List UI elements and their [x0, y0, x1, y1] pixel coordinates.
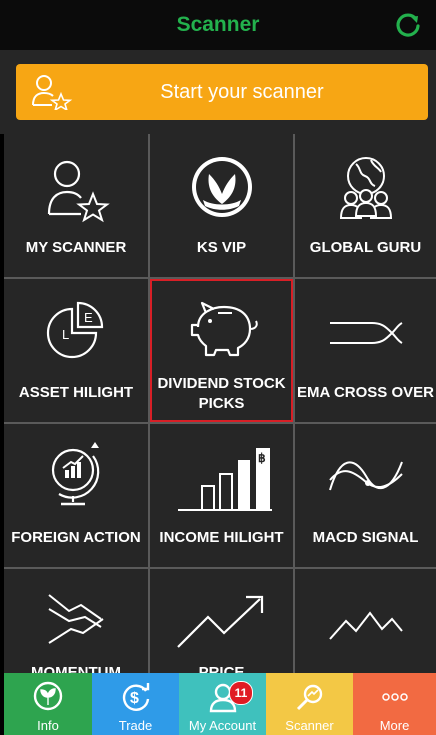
trend-up-icon: [176, 595, 263, 648]
top-bar: Scanner: [0, 0, 436, 50]
tile-asset-hilight[interactable]: E L ASSET HILIGHT: [4, 279, 148, 422]
scanner-grid: MY SCANNER KS VIP GLOBAL GURU E L ASSET …: [4, 134, 436, 674]
tab-label: More: [379, 718, 410, 733]
start-scanner-label: Start your scanner: [160, 80, 324, 103]
svg-text:$: $: [130, 690, 139, 707]
start-scanner-section: Start your scanner: [0, 50, 436, 134]
user-star-icon: [47, 160, 110, 223]
wave-icon: [328, 461, 403, 491]
tile-label: ASSET HILIGHT: [18, 384, 134, 401]
refresh-icon[interactable]: [394, 10, 422, 38]
tile-price[interactable]: PRICE: [150, 569, 293, 674]
tile-label: MY SCANNER: [25, 239, 127, 256]
tab-my-account[interactable]: 11 My Account: [179, 673, 266, 735]
tab-more[interactable]: More: [353, 673, 436, 735]
notification-badge: 11: [229, 681, 253, 705]
tab-trade[interactable]: $ Trade: [92, 673, 179, 735]
ks-logo-icon: [191, 157, 252, 217]
start-scanner-button[interactable]: Start your scanner: [16, 64, 428, 120]
tile-momentum[interactable]: MOMENTUM: [4, 569, 148, 674]
tile-label: KS VIP: [196, 239, 247, 256]
user-star-icon: [32, 75, 73, 110]
trade-dollar-icon: $: [122, 683, 149, 711]
tab-label: My Account: [188, 718, 257, 733]
cross-lines-icon: [329, 322, 402, 344]
tile-label: EMA CROSS OVER: [297, 384, 434, 401]
momentum-icon: [48, 594, 104, 644]
tile-zigzag[interactable]: [295, 569, 436, 674]
bottom-tab-bar: Info $ Trade 11 My Account Scanner More: [4, 673, 436, 735]
tab-label: Scanner: [285, 718, 334, 733]
tile-label: FOREIGN ACTION: [11, 529, 141, 546]
zigzag-icon: [328, 611, 403, 640]
page-title: Scanner: [176, 13, 260, 36]
tab-info[interactable]: Info: [4, 673, 92, 735]
tile-global-guru[interactable]: GLOBAL GURU: [295, 134, 436, 277]
tile-dividend-stock-picks[interactable]: DIVIDEND STOCK PICKS: [150, 279, 293, 422]
more-dots-icon: [381, 693, 408, 701]
globe-chart-icon: [51, 442, 100, 506]
tile-label: DIVIDEND STOCK PICKS: [157, 375, 286, 412]
tile-my-scanner[interactable]: MY SCANNER: [4, 134, 148, 277]
tile-foreign-action[interactable]: FOREIGN ACTION: [4, 424, 148, 567]
svg-text:E: E: [84, 310, 93, 325]
svg-text:฿: ฿: [258, 451, 266, 465]
tile-ema-cross-over[interactable]: EMA CROSS OVER: [295, 279, 436, 422]
tile-label: INCOME HILIGHT: [159, 529, 284, 546]
info-plant-icon: [33, 681, 63, 711]
tab-scanner[interactable]: Scanner: [266, 673, 353, 735]
bar-chart-baht-icon: ฿: [177, 448, 272, 511]
svg-text:L: L: [62, 327, 69, 342]
tab-label: Trade: [118, 718, 153, 733]
tile-income-hilight[interactable]: ฿ INCOME HILIGHT: [150, 424, 293, 567]
tile-label: MACD SIGNAL: [312, 529, 419, 546]
tile-label: GLOBAL GURU: [309, 239, 422, 256]
globe-people-icon: [339, 157, 392, 219]
piggy-bank-icon: [190, 301, 258, 357]
tile-ks-vip[interactable]: KS VIP: [150, 134, 293, 277]
pie-chart-icon: E L: [46, 301, 104, 359]
tile-macd-signal[interactable]: MACD SIGNAL: [295, 424, 436, 567]
scanner-search-icon: [296, 684, 322, 711]
tab-label: Info: [37, 718, 59, 733]
